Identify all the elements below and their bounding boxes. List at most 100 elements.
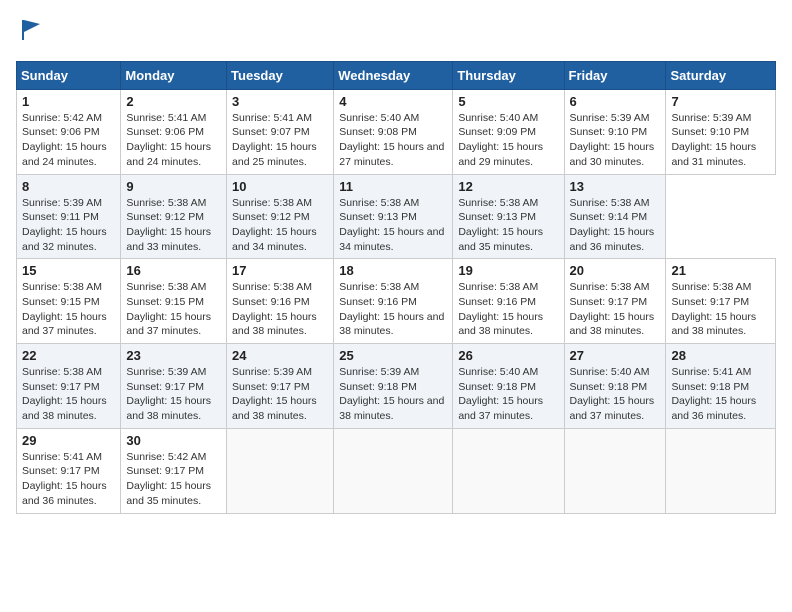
- day-detail: Sunrise: 5:38 AMSunset: 9:14 PMDaylight:…: [570, 197, 655, 253]
- day-number: 27: [570, 348, 661, 363]
- day-detail: Sunrise: 5:40 AMSunset: 9:18 PMDaylight:…: [458, 366, 543, 422]
- day-number: 19: [458, 263, 558, 278]
- day-detail: Sunrise: 5:38 AMSunset: 9:13 PMDaylight:…: [339, 197, 444, 253]
- col-header-tuesday: Tuesday: [227, 61, 334, 89]
- day-number: 22: [22, 348, 115, 363]
- day-number: 29: [22, 433, 115, 448]
- day-detail: Sunrise: 5:38 AMSunset: 9:13 PMDaylight:…: [458, 197, 543, 253]
- cell-day-15: 15 Sunrise: 5:38 AMSunset: 9:15 PMDayligh…: [17, 259, 121, 344]
- col-header-thursday: Thursday: [453, 61, 564, 89]
- day-number: 3: [232, 94, 328, 109]
- cell-day-10: 10 Sunrise: 5:38 AMSunset: 9:12 PMDayligh…: [227, 174, 334, 259]
- day-number: 21: [671, 263, 770, 278]
- logo: [16, 16, 46, 49]
- cell-day-28: 28 Sunrise: 5:41 AMSunset: 9:18 PMDayligh…: [666, 344, 776, 429]
- day-detail: Sunrise: 5:38 AMSunset: 9:12 PMDaylight:…: [232, 197, 317, 253]
- day-number: 15: [22, 263, 115, 278]
- day-number: 13: [570, 179, 661, 194]
- day-number: 28: [671, 348, 770, 363]
- cell-day-12: 12 Sunrise: 5:38 AMSunset: 9:13 PMDayligh…: [453, 174, 564, 259]
- day-number: 25: [339, 348, 447, 363]
- cell-day-29: 29 Sunrise: 5:41 AMSunset: 9:17 PMDayligh…: [17, 428, 121, 513]
- cell-day-2: 2 Sunrise: 5:41 AMSunset: 9:06 PMDaylight…: [121, 89, 227, 174]
- cell-day-25: 25 Sunrise: 5:39 AMSunset: 9:18 PMDayligh…: [334, 344, 453, 429]
- day-detail: Sunrise: 5:38 AMSunset: 9:16 PMDaylight:…: [458, 281, 543, 337]
- cell-day-8: 8 Sunrise: 5:39 AMSunset: 9:11 PMDaylight…: [17, 174, 121, 259]
- day-detail: Sunrise: 5:38 AMSunset: 9:17 PMDaylight:…: [570, 281, 655, 337]
- day-number: 23: [126, 348, 221, 363]
- day-number: 1: [22, 94, 115, 109]
- day-number: 10: [232, 179, 328, 194]
- day-number: 2: [126, 94, 221, 109]
- day-number: 30: [126, 433, 221, 448]
- day-detail: Sunrise: 5:41 AMSunset: 9:07 PMDaylight:…: [232, 112, 317, 168]
- day-detail: Sunrise: 5:38 AMSunset: 9:15 PMDaylight:…: [22, 281, 107, 337]
- day-number: 20: [570, 263, 661, 278]
- day-detail: Sunrise: 5:40 AMSunset: 9:18 PMDaylight:…: [570, 366, 655, 422]
- cell-day-20: 20 Sunrise: 5:38 AMSunset: 9:17 PMDayligh…: [564, 259, 666, 344]
- day-detail: Sunrise: 5:41 AMSunset: 9:17 PMDaylight:…: [22, 451, 107, 507]
- empty-cell: [666, 428, 776, 513]
- day-detail: Sunrise: 5:39 AMSunset: 9:10 PMDaylight:…: [671, 112, 756, 168]
- cell-day-1: 1 Sunrise: 5:42 AMSunset: 9:06 PMDaylight…: [17, 89, 121, 174]
- day-detail: Sunrise: 5:39 AMSunset: 9:11 PMDaylight:…: [22, 197, 107, 253]
- empty-cell: [227, 428, 334, 513]
- day-detail: Sunrise: 5:38 AMSunset: 9:17 PMDaylight:…: [671, 281, 756, 337]
- day-number: 5: [458, 94, 558, 109]
- day-number: 24: [232, 348, 328, 363]
- day-detail: Sunrise: 5:38 AMSunset: 9:16 PMDaylight:…: [339, 281, 444, 337]
- day-number: 17: [232, 263, 328, 278]
- day-detail: Sunrise: 5:39 AMSunset: 9:10 PMDaylight:…: [570, 112, 655, 168]
- day-number: 4: [339, 94, 447, 109]
- calendar-table: SundayMondayTuesdayWednesdayThursdayFrid…: [16, 61, 776, 514]
- day-detail: Sunrise: 5:38 AMSunset: 9:15 PMDaylight:…: [126, 281, 211, 337]
- col-header-wednesday: Wednesday: [334, 61, 453, 89]
- cell-day-17: 17 Sunrise: 5:38 AMSunset: 9:16 PMDayligh…: [227, 259, 334, 344]
- cell-day-4: 4 Sunrise: 5:40 AMSunset: 9:08 PMDaylight…: [334, 89, 453, 174]
- cell-day-27: 27 Sunrise: 5:40 AMSunset: 9:18 PMDayligh…: [564, 344, 666, 429]
- day-number: 8: [22, 179, 115, 194]
- calendar-header: SundayMondayTuesdayWednesdayThursdayFrid…: [17, 61, 776, 89]
- cell-day-5: 5 Sunrise: 5:40 AMSunset: 9:09 PMDaylight…: [453, 89, 564, 174]
- empty-cell: [453, 428, 564, 513]
- col-header-sunday: Sunday: [17, 61, 121, 89]
- empty-cell: [334, 428, 453, 513]
- col-header-saturday: Saturday: [666, 61, 776, 89]
- cell-day-11: 11 Sunrise: 5:38 AMSunset: 9:13 PMDayligh…: [334, 174, 453, 259]
- day-number: 7: [671, 94, 770, 109]
- day-number: 9: [126, 179, 221, 194]
- cell-day-16: 16 Sunrise: 5:38 AMSunset: 9:15 PMDayligh…: [121, 259, 227, 344]
- day-number: 11: [339, 179, 447, 194]
- col-header-friday: Friday: [564, 61, 666, 89]
- cell-day-22: 22 Sunrise: 5:38 AMSunset: 9:17 PMDayligh…: [17, 344, 121, 429]
- cell-day-18: 18Sunrise: 5:38 AMSunset: 9:16 PMDayligh…: [334, 259, 453, 344]
- cell-day-30: 30 Sunrise: 5:42 AMSunset: 9:17 PMDayligh…: [121, 428, 227, 513]
- cell-day-3: 3 Sunrise: 5:41 AMSunset: 9:07 PMDaylight…: [227, 89, 334, 174]
- day-detail: Sunrise: 5:38 AMSunset: 9:17 PMDaylight:…: [22, 366, 107, 422]
- empty-cell: [564, 428, 666, 513]
- cell-day-26: 26 Sunrise: 5:40 AMSunset: 9:18 PMDayligh…: [453, 344, 564, 429]
- logo-flag-icon: [18, 16, 46, 44]
- day-number: 16: [126, 263, 221, 278]
- day-detail: Sunrise: 5:42 AMSunset: 9:06 PMDaylight:…: [22, 112, 107, 168]
- day-number: 12: [458, 179, 558, 194]
- day-detail: Sunrise: 5:40 AMSunset: 9:08 PMDaylight:…: [339, 112, 444, 168]
- day-detail: Sunrise: 5:39 AMSunset: 9:17 PMDaylight:…: [232, 366, 317, 422]
- day-number: 26: [458, 348, 558, 363]
- cell-day-24: 24 Sunrise: 5:39 AMSunset: 9:17 PMDayligh…: [227, 344, 334, 429]
- day-detail: Sunrise: 5:39 AMSunset: 9:18 PMDaylight:…: [339, 366, 444, 422]
- day-detail: Sunrise: 5:41 AMSunset: 9:18 PMDaylight:…: [671, 366, 756, 422]
- cell-day-13: 13 Sunrise: 5:38 AMSunset: 9:14 PMDayligh…: [564, 174, 666, 259]
- day-number: 6: [570, 94, 661, 109]
- day-detail: Sunrise: 5:41 AMSunset: 9:06 PMDaylight:…: [126, 112, 211, 168]
- logo-text: [16, 16, 46, 49]
- cell-day-9: 9 Sunrise: 5:38 AMSunset: 9:12 PMDaylight…: [121, 174, 227, 259]
- cell-day-19: 19 Sunrise: 5:38 AMSunset: 9:16 PMDayligh…: [453, 259, 564, 344]
- col-header-monday: Monday: [121, 61, 227, 89]
- cell-day-6: 6 Sunrise: 5:39 AMSunset: 9:10 PMDaylight…: [564, 89, 666, 174]
- day-detail: Sunrise: 5:42 AMSunset: 9:17 PMDaylight:…: [126, 451, 211, 507]
- day-detail: Sunrise: 5:38 AMSunset: 9:12 PMDaylight:…: [126, 197, 211, 253]
- cell-day-7: 7 Sunrise: 5:39 AMSunset: 9:10 PMDaylight…: [666, 89, 776, 174]
- day-detail: Sunrise: 5:38 AMSunset: 9:16 PMDaylight:…: [232, 281, 317, 337]
- day-detail: Sunrise: 5:40 AMSunset: 9:09 PMDaylight:…: [458, 112, 543, 168]
